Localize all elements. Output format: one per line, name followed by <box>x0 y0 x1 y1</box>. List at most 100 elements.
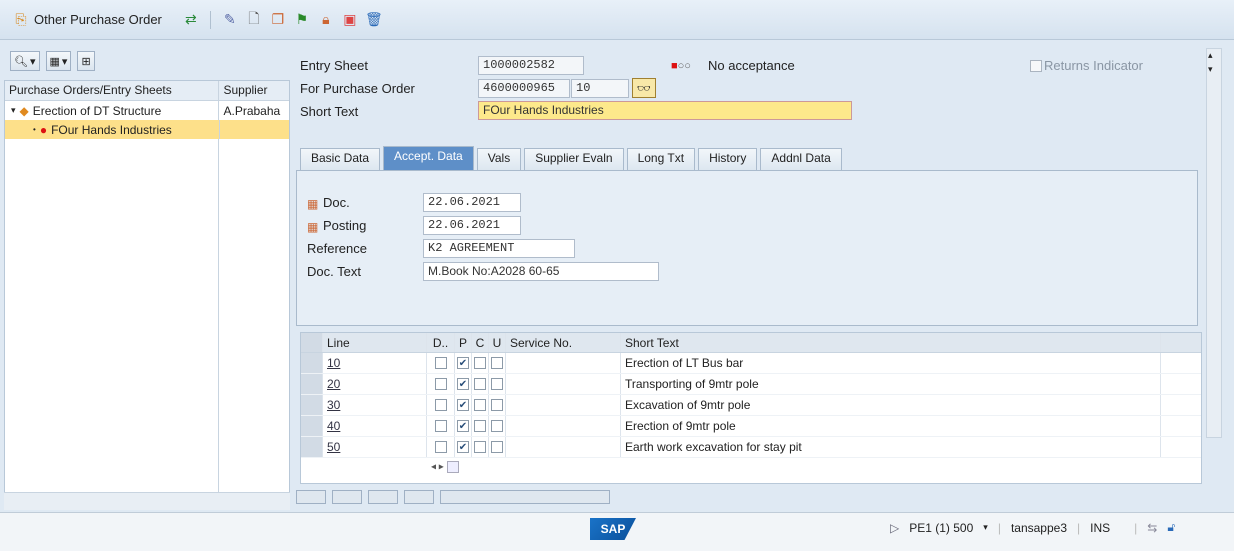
tree-scrollbar[interactable] <box>4 492 290 510</box>
service-no-cell[interactable] <box>506 416 621 436</box>
posting-date-field[interactable]: 22.06.2021 <box>423 216 521 235</box>
table-tool-button[interactable] <box>332 490 362 504</box>
col-header-u[interactable]: U <box>489 333 506 352</box>
other-purchase-order-button[interactable]: ⎘ Other Purchase Order <box>12 11 162 29</box>
d-checkbox[interactable] <box>434 378 447 390</box>
main-vertical-scrollbar[interactable] <box>1206 48 1222 438</box>
col-header-service[interactable]: Service No. <box>506 333 621 352</box>
line-number[interactable]: 50 <box>323 437 427 457</box>
display-po-button[interactable]: 👓︎ <box>632 78 656 98</box>
p-checkbox[interactable]: ✔ <box>457 420 469 432</box>
play-icon[interactable]: ▷ <box>890 521 899 535</box>
tab-addnl-data[interactable]: Addnl Data <box>760 148 842 170</box>
d-checkbox[interactable] <box>434 399 447 411</box>
tab-long-txt[interactable]: Long Txt <box>626 148 696 170</box>
d-checkbox[interactable] <box>434 420 447 432</box>
d-checkbox[interactable] <box>434 441 447 453</box>
grid-h-scroll[interactable]: ◂ ▸ <box>431 461 459 473</box>
flag-icon[interactable]: ⚑ <box>293 11 311 29</box>
u-checkbox[interactable] <box>491 357 503 369</box>
lock-icon[interactable]: 🔒︎ <box>317 11 335 29</box>
table-tool-button[interactable] <box>296 490 326 504</box>
row-selector[interactable] <box>301 395 323 415</box>
table-row[interactable]: 50 ✔ Earth work excavation for stay pit <box>301 437 1201 458</box>
chevron-down-icon[interactable]: ▾ <box>983 522 988 533</box>
short-text-cell[interactable]: Earth work excavation for stay pit <box>621 437 1161 457</box>
line-link[interactable]: 40 <box>327 419 340 433</box>
short-text-cell[interactable]: Erection of LT Bus bar <box>621 353 1161 373</box>
tab-history[interactable]: History <box>698 148 758 170</box>
tab-basic-data[interactable]: Basic Data <box>300 148 381 170</box>
layout-button[interactable]: ▦ ▾ <box>45 51 72 71</box>
system-id[interactable]: PE1 (1) 500 <box>909 521 973 535</box>
short-text-cell[interactable]: Excavation of 9mtr pole <box>621 395 1161 415</box>
tab-vals[interactable]: Vals <box>476 148 522 170</box>
line-number[interactable]: 20 <box>323 374 427 394</box>
u-checkbox[interactable] <box>491 441 503 453</box>
row-selector[interactable] <box>301 437 323 457</box>
print-icon[interactable]: ▣ <box>341 11 359 29</box>
p-checkbox[interactable]: ✔ <box>457 441 469 453</box>
po-item-field[interactable]: 10 <box>571 79 629 98</box>
input-mode[interactable]: INS <box>1090 521 1110 535</box>
line-link[interactable]: 20 <box>327 377 340 391</box>
service-no-cell[interactable] <box>506 395 621 415</box>
short-text-cell[interactable]: Erection of 9mtr pole <box>621 416 1161 436</box>
edit-icon[interactable]: ✎ <box>221 11 239 29</box>
p-checkbox[interactable]: ✔ <box>457 357 469 369</box>
row-selector[interactable] <box>301 374 323 394</box>
short-text-cell[interactable]: Transporting of 9mtr pole <box>621 374 1161 394</box>
line-link[interactable]: 10 <box>327 356 340 370</box>
c-checkbox[interactable] <box>474 378 486 390</box>
copy-icon[interactable]: ❐ <box>269 11 287 29</box>
doc-date-field[interactable]: 22.06.2021 <box>423 193 521 212</box>
table-tool-button[interactable] <box>368 490 398 504</box>
col-header-short-text[interactable]: Short Text <box>621 333 1161 352</box>
line-link[interactable]: 50 <box>327 440 340 454</box>
reference-field[interactable]: K2 AGREEMENT <box>423 239 575 258</box>
p-checkbox[interactable]: ✔ <box>457 378 469 390</box>
tab-accept-data[interactable]: Accept. Data <box>383 146 474 170</box>
table-tool-button[interactable] <box>404 490 434 504</box>
layout-icon[interactable]: ⇆ <box>1147 521 1157 535</box>
col-header-c[interactable]: C <box>472 333 489 352</box>
c-checkbox[interactable] <box>474 441 486 453</box>
line-link[interactable]: 30 <box>327 398 340 412</box>
table-row[interactable]: 20 ✔ Transporting of 9mtr pole <box>301 374 1201 395</box>
d-checkbox[interactable] <box>434 357 447 369</box>
p-checkbox[interactable]: ✔ <box>457 399 469 411</box>
scroll-down-icon[interactable]: ▾ <box>1208 64 1213 75</box>
table-row[interactable]: 10 ✔ Erection of LT Bus bar <box>301 353 1201 374</box>
c-checkbox[interactable] <box>474 357 486 369</box>
table-tool-field[interactable] <box>440 490 610 504</box>
tree-row-po[interactable]: ▾ ◆ Erection of DT Structure A.Prabaha <box>5 101 289 120</box>
line-number[interactable]: 10 <box>323 353 427 373</box>
service-no-cell[interactable] <box>506 374 621 394</box>
c-checkbox[interactable] <box>474 399 486 411</box>
expand-button[interactable]: ⊞ <box>77 51 95 71</box>
select-all-cell[interactable] <box>301 333 323 352</box>
col-header-line[interactable]: Line <box>323 333 427 352</box>
tree-row-entry-sheet[interactable]: • ● FOur Hands Industries <box>5 120 289 139</box>
returns-indicator-checkbox[interactable] <box>1030 60 1042 72</box>
unlock-icon[interactable]: 🔓︎ <box>1167 520 1175 535</box>
col-header-d[interactable]: D.. <box>427 333 455 352</box>
row-selector[interactable] <box>301 416 323 436</box>
u-checkbox[interactable] <box>491 399 503 411</box>
table-row[interactable]: 40 ✔ Erection of 9mtr pole <box>301 416 1201 437</box>
table-row[interactable]: 30 ✔ Excavation of 9mtr pole <box>301 395 1201 416</box>
service-no-cell[interactable] <box>506 437 621 457</box>
tab-supplier-evaln[interactable]: Supplier Evaln <box>524 148 624 170</box>
short-text-field[interactable]: FOur Hands Industries <box>478 101 852 120</box>
line-number[interactable]: 40 <box>323 416 427 436</box>
po-number-field[interactable]: 4600000965 <box>478 79 570 98</box>
c-checkbox[interactable] <box>474 420 486 432</box>
tree-toggle-icon[interactable]: ⇄ <box>182 11 200 29</box>
u-checkbox[interactable] <box>491 378 503 390</box>
scroll-up-icon[interactable]: ▴ <box>1208 50 1213 61</box>
create-icon[interactable]: 🗋 <box>245 10 263 29</box>
line-number[interactable]: 30 <box>323 395 427 415</box>
col-header-p[interactable]: P <box>455 333 472 352</box>
u-checkbox[interactable] <box>491 420 503 432</box>
find-button[interactable]: 🔍︎ ▾ <box>10 51 40 71</box>
